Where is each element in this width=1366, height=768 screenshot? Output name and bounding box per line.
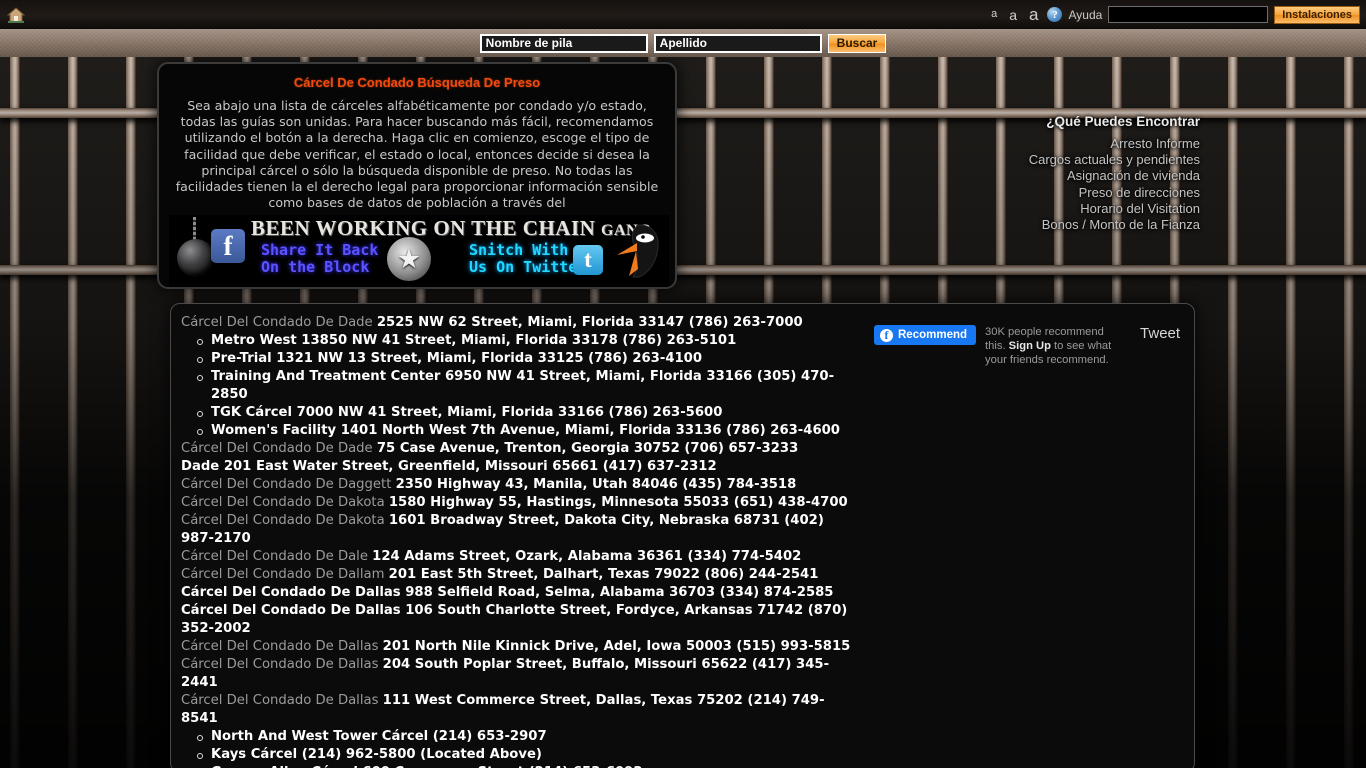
jail-sub-facility[interactable]: Metro West 13850 NW 41 Street, Miami, Fl… [197,332,851,350]
jail-entry: Cárcel Del Condado De Dallas 204 South P… [179,656,851,692]
find-item-charges: Cargos actuales y pendientes [1028,152,1200,168]
jail-sub-facility[interactable]: Pre-Trial 1321 NW 13 Street, Miami, Flor… [197,350,851,368]
banner-twitter-text[interactable]: Snitch With Us On Twitter [469,242,586,276]
twitter-icon[interactable]: t [573,245,603,275]
jail-name-link[interactable]: Cárcel Del Condado De Dade [181,441,373,456]
jail-address: 2525 NW 62 Street, Miami, Florida 33147 … [376,315,803,330]
facebook-icon[interactable]: f [211,229,245,263]
jail-address: 201 East 5th Street, Dalhart, Texas 7902… [388,567,819,582]
jail-name-link[interactable]: Cárcel Del Condado De Dallas [181,693,378,708]
bird-mascot-icon [609,221,665,283]
jail-address: 75 Case Avenue, Trenton, Georgia 30752 (… [376,441,799,456]
page-root: a a a ? Ayuda Instalaciones Buscar Cárce… [0,0,1366,768]
jail-entry: Cárcel Del Condado De Dallas 106 South C… [179,602,851,638]
jail-entry: Dade 201 East Water Street, Greenfield, … [179,458,851,476]
jail-entry: Cárcel Del Condado De Dade 75 Case Avenu… [179,440,851,458]
jail-name-link[interactable]: Cárcel Del Condado De Dade [181,315,373,330]
jail-address: 2350 Highway 43, Manila, Utah 84046 (435… [395,477,797,492]
jail-sub-facility[interactable]: Women's Facility 1401 North West 7th Ave… [197,422,851,440]
star-glyph: ★ [396,243,422,274]
what-you-can-find-heading: ¿Qué Puedes Encontrar [1046,114,1200,129]
top-bar-right-group: a a a ? Ayuda Instalaciones [988,0,1366,29]
top-bar: a a a ? Ayuda Instalaciones [0,0,1366,29]
sheriff-star-icon: ★ [387,237,431,281]
banner-headline: BEEN WORKING ON THE CHAIN GANG [251,216,651,241]
jail-name-link[interactable]: Cárcel Del Condado De Dakota [181,513,385,528]
facilities-button[interactable]: Instalaciones [1274,5,1360,24]
jail-name-link[interactable]: Cárcel Del Condado De Dallam [181,567,384,582]
jail-name-link[interactable]: Cárcel Del Condado De Daggett [181,477,391,492]
jail-address: Cárcel Del Condado De Dallas 988 Selfiel… [181,585,834,600]
jail-entry: Cárcel Del Condado De Dakota 1580 Highwa… [179,494,851,512]
facebook-social-proof-text: 30K people recommend this. Sign Up to se… [985,325,1127,367]
jail-name-link[interactable]: Cárcel Del Condado De Dallas [181,639,378,654]
fb-signup-link[interactable]: Sign Up [1009,340,1051,352]
jail-address: 1580 Highway 55, Hastings, Minnesota 550… [388,495,848,510]
jail-sub-facility[interactable]: North And West Tower Cárcel (214) 653-29… [197,728,851,746]
intro-panel: Cárcel De Condado Búsqueda De Preso Sea … [157,62,677,289]
search-button[interactable]: Buscar [827,33,887,53]
jail-entry: Cárcel Del Condado De Dakota 1601 Broadw… [179,512,851,548]
chain-gang-banner[interactable]: f BEEN WORKING ON THE CHAIN GANG Share I… [169,215,669,287]
jail-name-link[interactable]: Cárcel Del Condado De Dallas [181,657,378,672]
jail-address: 124 Adams Street, Ozark, Alabama 36361 (… [372,549,802,564]
jail-name-link[interactable]: Cárcel Del Condado De Dale [181,549,368,564]
what-you-can-find-panel: ¿Qué Puedes Encontrar Arresto Informe Ca… [940,114,1200,233]
jail-address: 201 North Nile Kinnick Drive, Adel, Iowa… [382,639,851,654]
banner-twitter-line2: Us On Twitter [469,258,587,276]
find-item-housing: Asignación de vivienda [1067,168,1200,184]
ball-and-chain-icon [177,239,215,277]
jail-sub-facility[interactable]: Training And Treatment Center 6950 NW 41… [197,368,851,404]
text-size-small-button[interactable]: a [988,9,1000,20]
facebook-icon: f [880,328,893,342]
jail-entry: Cárcel Del Condado De Dallas 988 Selfiel… [179,584,851,602]
first-name-input[interactable] [479,33,648,53]
jail-entry: Cárcel Del Condado De Dallam 201 East 5t… [179,566,851,584]
jail-sub-facility-list: North And West Tower Cárcel (214) 653-29… [179,728,851,768]
jail-entry: Cárcel Del Condado De Daggett 2350 Highw… [179,476,851,494]
help-label[interactable]: Ayuda [1068,8,1102,22]
jail-entry: Cárcel Del Condado De Dallas 201 North N… [179,638,851,656]
find-item-visitation: Horario del Visitation [1080,200,1200,216]
jail-entry: Cárcel Del Condado De Dallas 111 West Co… [179,692,851,728]
help-icon[interactable]: ? [1047,7,1063,22]
page-title: Cárcel De Condado Búsqueda De Preso [293,75,541,90]
search-band: Buscar [0,29,1366,57]
text-size-medium-button[interactable]: a [1006,8,1020,22]
banner-share-line2: On the Block [261,258,370,276]
jail-entry: Cárcel Del Condado De Dade 2525 NW 62 St… [179,314,851,332]
social-widgets: f Recommend 30K people recommend this. S… [851,314,1180,768]
banner-share-text[interactable]: Share It Back On the Block [261,242,378,276]
jail-sub-facility[interactable]: George Allen Cárcel 600 Commerce Street … [211,764,851,768]
jail-address: Dade 201 East Water Street, Greenfield, … [181,459,717,474]
jail-sub-facility[interactable]: TGK Cárcel 7000 NW 41 Street, Miami, Flo… [197,404,851,422]
intro-paragraph: Sea abajo una lista de cárceles alfabéti… [175,98,659,211]
jail-name-link[interactable]: Cárcel Del Condado De Dakota [181,495,385,510]
find-item-bond-amount: Bonos / Monto de la Fianza [1041,217,1200,233]
last-name-input[interactable] [653,33,822,53]
top-search-input[interactable] [1108,6,1269,23]
home-icon[interactable] [6,5,26,25]
jail-list: Cárcel Del Condado De Dade 2525 NW 62 St… [179,314,851,768]
find-item-arrest-report: Arresto Informe [1110,136,1200,151]
facebook-recommend-button[interactable]: f Recommend [874,325,977,345]
jail-sub-facility[interactable]: Kays Cárcel (214) 962-5800 (Located Abov… [197,746,851,764]
text-size-large-button[interactable]: a [1026,6,1041,23]
jail-entry: Cárcel Del Condado De Dale 124 Adams Str… [179,548,851,566]
find-item-inmate-addresses: Preso de direcciones [1078,184,1200,200]
jail-sub-facility-list: Metro West 13850 NW 41 Street, Miami, Fl… [179,332,851,440]
facebook-recommend-widget: f Recommend 30K people recommend this. S… [874,325,1180,367]
banner-twitter-line1: Snitch With [469,241,569,259]
banner-share-line1: Share It Back [261,241,379,259]
tweet-button[interactable]: Tweet [1140,325,1180,342]
jail-address: Cárcel Del Condado De Dallas 106 South C… [181,603,848,636]
banner-headline-main: BEEN WORKING ON THE CHAIN [251,216,596,240]
facebook-recommend-label: Recommend [898,329,968,341]
content-panel: Cárcel Del Condado De Dade 2525 NW 62 St… [170,303,1195,768]
